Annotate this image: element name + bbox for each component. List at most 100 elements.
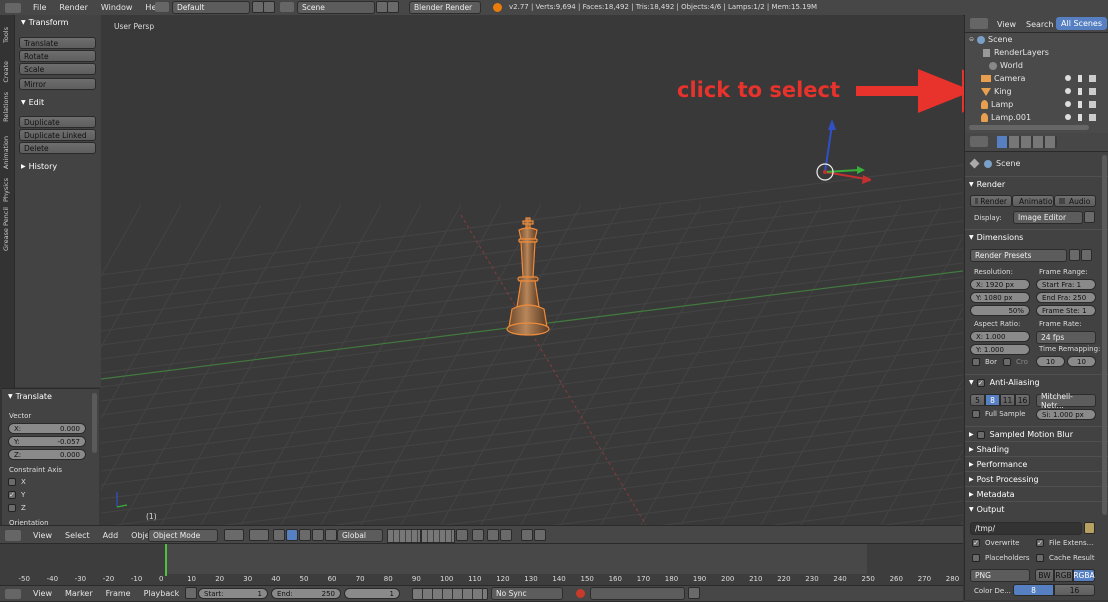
performance-panel-header[interactable]: ▶ Performance (965, 456, 1108, 472)
proportional-icon[interactable] (472, 529, 484, 541)
sync-select[interactable]: No Sync (491, 587, 563, 600)
timeline-menu-marker[interactable]: Marker (65, 589, 93, 598)
aa-samples-8[interactable]: 8 (985, 394, 1000, 406)
remove-layout-icon[interactable] (263, 1, 275, 13)
3d-viewport[interactable]: User Persp (1) click to select (101, 15, 963, 525)
edit-panel-header[interactable]: ▼ Edit (21, 98, 44, 107)
scene-icon[interactable] (280, 2, 294, 12)
display-select[interactable]: Image Editor (1013, 211, 1083, 224)
menu-file[interactable]: File (33, 3, 46, 12)
resolution-y-field[interactable]: Y: 1080 px (970, 292, 1030, 303)
menu-render[interactable]: Render (59, 3, 87, 12)
aa-samples-5[interactable]: 5 (970, 394, 985, 406)
properties-scrollbar[interactable] (1102, 155, 1107, 515)
tab-relations[interactable]: Relations (2, 92, 10, 122)
remove-scene-icon[interactable] (387, 1, 399, 13)
scale-manip-icon[interactable] (312, 529, 324, 541)
animation-button[interactable]: Animatio (1012, 195, 1054, 207)
color-depth-16[interactable]: 16 (1054, 584, 1095, 596)
translate-button[interactable]: Translate (19, 37, 96, 49)
keying-set-field[interactable] (590, 587, 685, 600)
menu-select[interactable]: Select (65, 531, 90, 540)
timeline-menu-frame[interactable]: Frame (106, 589, 131, 598)
aspect-y-field[interactable]: Y: 1.000 (970, 344, 1030, 355)
transform-manipulator[interactable] (801, 115, 871, 195)
color-mode-rgba[interactable]: RGBA (1073, 569, 1095, 582)
snap-type-icon[interactable] (500, 529, 512, 541)
keying-icon[interactable] (688, 587, 700, 599)
post-processing-panel-header[interactable]: ▶ Post Processing (965, 471, 1108, 487)
delete-button[interactable]: Delete (19, 142, 96, 154)
metadata-panel-header[interactable]: ▶ Metadata (965, 486, 1108, 502)
overwrite-checkbox[interactable]: ✓ Overwrite (972, 539, 1019, 547)
layers-grid2-icon[interactable] (421, 529, 455, 543)
audio-button[interactable]: Audio (1054, 195, 1096, 207)
folder-icon[interactable] (1084, 522, 1095, 534)
file-format-select[interactable]: PNG (970, 569, 1030, 582)
outliner-tab-view[interactable]: View (997, 20, 1016, 29)
resolution-x-field[interactable]: X: 1920 px (970, 279, 1030, 290)
rotate-manip-icon[interactable] (299, 529, 311, 541)
layout-field[interactable]: Default (172, 1, 250, 14)
outliner-row-lamp[interactable]: Lamp (981, 100, 1013, 109)
properties-editor-icon[interactable] (970, 136, 988, 147)
outliner-row-renderlayers[interactable]: RenderLayers (983, 48, 1049, 57)
record-icon[interactable] (576, 589, 585, 598)
remap-new-field[interactable]: 10 (1067, 356, 1096, 367)
color-depth-8[interactable]: 8 (1013, 584, 1054, 596)
scale-manip2-icon[interactable] (325, 529, 337, 541)
constraint-y-checkbox[interactable]: ✓ Y (8, 491, 25, 499)
blender-menu-icon[interactable] (5, 2, 21, 13)
timeline-menu-playback[interactable]: Playback (144, 589, 180, 598)
history-panel-header[interactable]: ▶ History (21, 162, 57, 171)
duplicate-button[interactable]: Duplicate (19, 116, 96, 128)
manipulator-toggle-icon[interactable] (273, 529, 285, 541)
transform-panel-header[interactable]: ▼ Transform (21, 18, 68, 27)
shading-panel-header[interactable]: ▶ Shading (965, 441, 1108, 457)
constraint-z-checkbox[interactable]: Z (8, 504, 26, 512)
render-button[interactable]: Render (970, 195, 1012, 207)
outliner-editor-icon[interactable] (970, 18, 988, 29)
menu-window[interactable]: Window (101, 3, 133, 12)
render-panel-header[interactable]: ▼ Render (965, 176, 1108, 192)
crop-checkbox[interactable]: Cro (1003, 358, 1028, 366)
tab-animation[interactable]: Animation (2, 136, 10, 169)
rotate-button[interactable]: Rotate (19, 50, 96, 62)
operator-scrollbar[interactable] (92, 393, 97, 453)
outliner-row-lamp001[interactable]: Lamp.001 (981, 113, 1031, 122)
vector-z-field[interactable]: Z: 0.000 (8, 449, 86, 460)
outliner-row-world[interactable]: World (989, 61, 1023, 70)
pin-icon[interactable] (969, 158, 980, 169)
timeline-editor-icon[interactable] (5, 588, 21, 599)
layers-grid-icon[interactable] (387, 529, 421, 543)
mode-select[interactable]: Object Mode (148, 529, 218, 542)
start-frame-prop-field[interactable]: Start Fra: 1 (1036, 279, 1096, 290)
constraint-x-checkbox[interactable]: X (8, 478, 26, 486)
mirror-button[interactable]: Mirror (19, 78, 96, 90)
border-checkbox[interactable]: Bor (972, 358, 997, 366)
antialiasing-panel-header[interactable]: ▼ ✓ Anti-Aliasing (965, 374, 1108, 390)
tab-physics[interactable]: Physics (2, 178, 10, 202)
shading-icon[interactable] (224, 529, 244, 541)
render-presets-select[interactable]: Render Presets (970, 249, 1067, 262)
display-lock-icon[interactable] (1084, 211, 1095, 223)
snap-icon[interactable] (487, 529, 499, 541)
color-mode-rgb[interactable]: RGB (1054, 569, 1073, 582)
pivot-icon[interactable] (249, 529, 269, 541)
end-frame-prop-field[interactable]: End Fra: 250 (1036, 292, 1096, 303)
color-mode-bw[interactable]: BW (1035, 569, 1054, 582)
aa-samples-16[interactable]: 16 (1015, 394, 1030, 406)
remap-old-field[interactable]: 10 (1036, 356, 1065, 367)
lock-layer-icon[interactable] (456, 529, 468, 541)
tab-tools[interactable]: Tools (2, 27, 10, 43)
motion-blur-panel-header[interactable]: ▶ Sampled Motion Blur (965, 426, 1108, 442)
scene-field[interactable]: Scene (297, 1, 375, 14)
translate-manip-icon[interactable] (286, 529, 298, 541)
menu-view[interactable]: View (33, 531, 52, 540)
editor-type-icon[interactable] (5, 529, 21, 541)
placeholders-checkbox[interactable]: Placeholders (972, 554, 1030, 562)
translate-op-header[interactable]: ▼ Translate (8, 392, 52, 401)
outliner-row-scene[interactable]: ⊖ Scene (969, 35, 1012, 44)
scale-button[interactable]: Scale (19, 63, 96, 75)
vector-x-field[interactable]: X: 0.000 (8, 423, 86, 434)
